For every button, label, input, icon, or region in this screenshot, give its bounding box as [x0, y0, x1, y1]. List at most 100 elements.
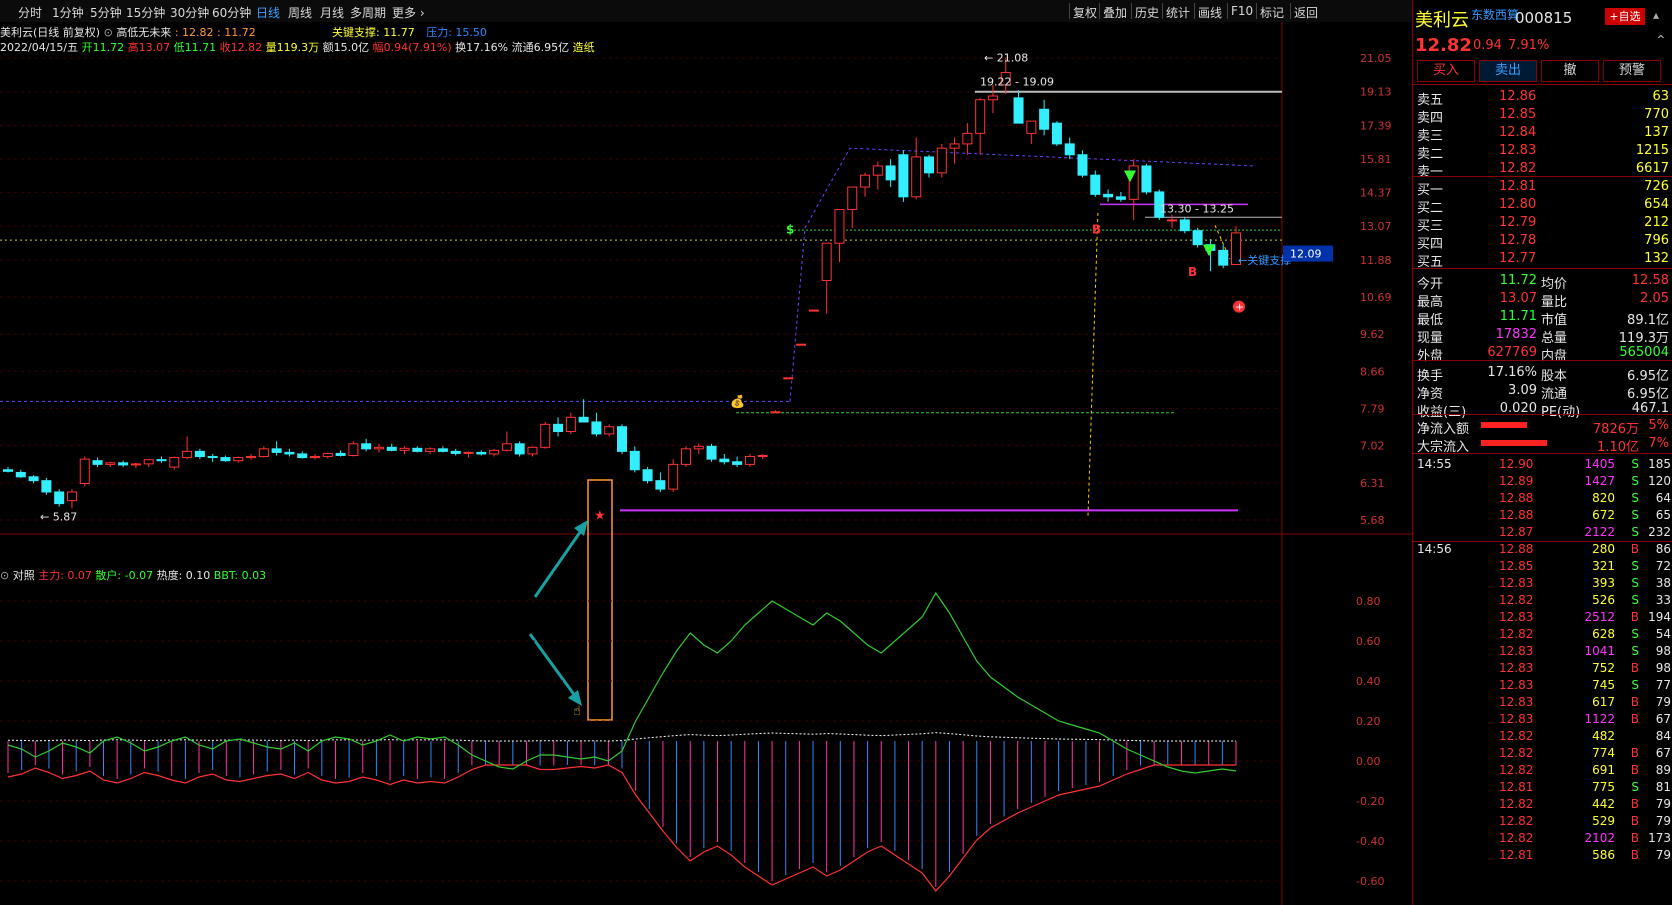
period-tab-0[interactable]: 分时 — [18, 4, 42, 21]
tool-separator — [1069, 3, 1070, 19]
tick-volume: 393 — [1592, 576, 1615, 590]
tick-volume: 2122 — [1584, 525, 1615, 539]
indicator-settings-icon[interactable]: ⊙ — [0, 569, 9, 582]
candle-body — [310, 456, 320, 459]
tick-side: S — [1631, 627, 1639, 641]
candle[interactable] — [41, 477, 52, 495]
orderbook-row[interactable]: 买三 12.79 212 — [1413, 214, 1672, 234]
candle-body — [271, 448, 282, 453]
indicator-values: : 12.82 : 11.72 — [174, 26, 256, 39]
candle[interactable] — [514, 441, 525, 457]
sector-tag[interactable]: 造纸 — [573, 41, 595, 54]
candle[interactable] — [348, 441, 359, 457]
candle[interactable] — [706, 443, 717, 462]
candle-body — [1115, 196, 1126, 200]
tool-button-4[interactable]: 画线 — [1198, 4, 1222, 21]
period-tab-7[interactable]: 周线 — [288, 4, 312, 21]
period-tab-5[interactable]: 60分钟 — [212, 4, 251, 21]
tool-button-0[interactable]: 复权 — [1073, 4, 1097, 21]
candle[interactable] — [1051, 121, 1062, 147]
candle[interactable] — [898, 150, 909, 202]
candle-body — [898, 154, 909, 198]
tick-price: 12.83 — [1499, 576, 1534, 590]
tick-price: 12.83 — [1499, 610, 1534, 624]
orderbook-row[interactable]: 买二 12.80 654 — [1413, 196, 1672, 216]
candle[interactable] — [808, 309, 819, 312]
tick-volume: 1041 — [1584, 644, 1615, 658]
tool-button-6[interactable]: 标记 — [1260, 4, 1284, 21]
indicator-tick-label: 0.20 — [1356, 715, 1381, 728]
candle[interactable] — [79, 456, 90, 487]
period-tab-9[interactable]: 多周期 — [350, 4, 386, 21]
alert-button[interactable]: 预警 — [1603, 60, 1661, 82]
tick-side: S — [1631, 780, 1639, 794]
candle[interactable] — [936, 143, 947, 178]
candle-body — [911, 156, 922, 198]
candle[interactable] — [680, 446, 691, 468]
candle-body — [143, 459, 154, 465]
tool-button-1[interactable]: 叠加 — [1103, 4, 1127, 21]
money-bag-icon: 💰 — [730, 395, 745, 409]
period-tab-2[interactable]: 5分钟 — [90, 4, 122, 21]
tool-button-7[interactable]: 返回 — [1294, 4, 1318, 21]
stat-value: 13.07 — [1499, 291, 1537, 306]
price-tick-label: 6.31 — [1360, 477, 1385, 490]
candle[interactable] — [1192, 227, 1203, 248]
tick-side: B — [1630, 831, 1639, 845]
candle[interactable] — [1077, 150, 1088, 178]
indicator-tick-label: 0.60 — [1356, 635, 1381, 648]
orderbook-row[interactable]: 卖三 12.84 137 — [1413, 124, 1672, 144]
tool-button-3[interactable]: 统计 — [1166, 4, 1190, 21]
candle[interactable] — [540, 421, 551, 449]
expand-icon[interactable]: ⌃ — [1655, 33, 1667, 49]
candle[interactable] — [617, 424, 627, 454]
candle-body — [553, 423, 564, 433]
indicator-panel-name: 对照 — [12, 569, 35, 582]
buy-button[interactable]: 买入 — [1417, 60, 1475, 82]
orderbook-volume: 212 — [1644, 215, 1669, 230]
candle[interactable] — [54, 489, 65, 507]
pressure-label: 压力: 15.50 — [426, 26, 487, 39]
collapse-icon[interactable]: ▴ — [1653, 8, 1659, 22]
orderbook-row[interactable]: 卖五 12.86 63 — [1413, 88, 1672, 108]
orderbook-price: 12.77 — [1499, 251, 1537, 266]
tick-count: 79 — [1655, 797, 1671, 811]
period-tab-3[interactable]: 15分钟 — [126, 4, 165, 21]
period-tab-10[interactable]: 更多 › — [392, 4, 425, 21]
period-tab-8[interactable]: 月线 — [320, 4, 344, 21]
cancel-order-button[interactable]: 撤 — [1541, 60, 1599, 82]
candle[interactable] — [1141, 163, 1152, 195]
sell-button[interactable]: 卖出 — [1479, 60, 1537, 82]
tick-count: 98 — [1655, 644, 1671, 658]
candle[interactable] — [796, 343, 807, 346]
tick-side: S — [1631, 525, 1639, 539]
quote-concept[interactable]: 东数西算 — [1471, 6, 1519, 23]
tool-button-5[interactable]: F10 — [1231, 4, 1253, 18]
tick-price: 12.82 — [1499, 814, 1534, 828]
candle[interactable] — [642, 467, 653, 484]
candle[interactable] — [783, 377, 794, 380]
orderbook-row[interactable]: 卖四 12.85 770 — [1413, 106, 1672, 126]
bar-amount: 额15.0亿 — [322, 41, 370, 54]
add-watchlist-button[interactable]: +自选 — [1605, 8, 1645, 25]
tick-count: 120 — [1648, 474, 1671, 488]
candle-body — [987, 95, 998, 101]
orderbook-row[interactable]: 买一 12.81 726 — [1413, 178, 1672, 198]
candle[interactable] — [1179, 217, 1190, 234]
candle-body — [501, 443, 512, 451]
kline-chart[interactable]: 21.05 19.13 17.39 15.81 14.37 13.07 11.88 10.69… — [0, 22, 1412, 905]
period-tab-1[interactable]: 1分钟 — [52, 4, 84, 21]
tick-volume: 586 — [1592, 848, 1615, 862]
period-tab-4[interactable]: 30分钟 — [170, 4, 209, 21]
tick-price: 12.82 — [1499, 831, 1534, 845]
orderbook-row[interactable]: 买五 12.77 132 — [1413, 250, 1672, 270]
tick-count: 54 — [1655, 627, 1671, 641]
orderbook-row[interactable]: 买四 12.78 796 — [1413, 232, 1672, 252]
candle-body — [361, 443, 372, 450]
period-tab-6[interactable]: 日线 — [256, 4, 280, 21]
orderbook-row[interactable]: 卖二 12.83 1215 — [1413, 142, 1672, 162]
candle[interactable] — [668, 459, 679, 492]
quote-stock-name: 美利云 — [1415, 10, 1469, 31]
tool-button-2[interactable]: 历史 — [1135, 4, 1159, 21]
settings-circle-icon[interactable]: ⊙ — [104, 26, 113, 39]
